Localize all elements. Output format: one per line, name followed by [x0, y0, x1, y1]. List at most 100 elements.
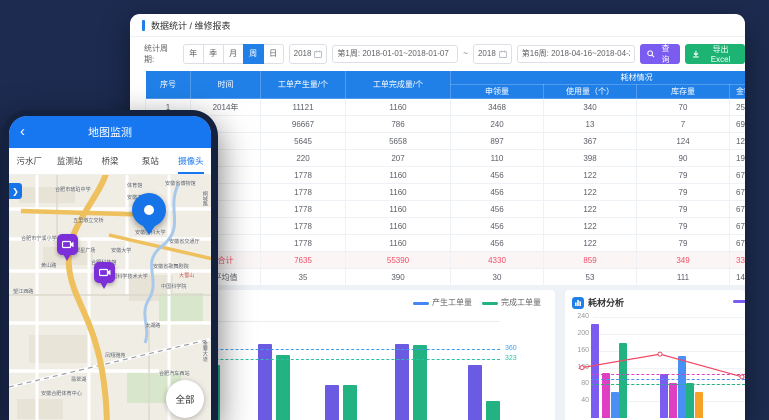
chart-legend: 产生工单量完成工单量 — [413, 297, 541, 308]
table-cell: 79 — [637, 235, 730, 252]
work-order-bar — [486, 401, 500, 420]
mobile-title: 地图监测 — [88, 124, 132, 140]
calendar-icon — [314, 50, 322, 58]
consumable-chart-card: 耗材分析 2402001601208040 — [565, 290, 745, 420]
calendar-icon — [499, 50, 507, 58]
column-header: 序号 — [146, 71, 191, 99]
table-cell: 1160 — [346, 184, 451, 201]
average-row: 平均值353903053111141 — [146, 269, 746, 286]
work-order-bar — [395, 344, 409, 420]
table-cell: 240 — [451, 116, 544, 133]
map-poi-label: 凤翔雅苑 — [105, 351, 125, 359]
map-poi-label: 桐城路 — [201, 191, 209, 206]
table-cell: 67 — [730, 235, 746, 252]
period-option[interactable]: 年 — [183, 44, 204, 64]
period-option[interactable]: 日 — [263, 44, 284, 64]
table-cell: 859 — [544, 252, 637, 269]
table-cell: 1778 — [261, 201, 346, 218]
show-all-button[interactable]: 全部 — [166, 380, 204, 418]
table-cell: 456 — [451, 167, 544, 184]
sub-column-header: 使用量（个） — [544, 85, 637, 99]
end-week-input[interactable] — [517, 45, 635, 63]
legend-item: 完成工单量 — [482, 297, 541, 308]
mobile-tab-bar: 污水厂监测站桥梁泵站摄像头 — [9, 148, 211, 175]
consumable-chart-title: 耗材分析 — [572, 296, 624, 309]
table-cell: 5658 — [346, 133, 451, 150]
start-year-select[interactable]: 2018 — [289, 44, 328, 64]
table-cell: 5645 — [261, 133, 346, 150]
table-cell: 79 — [637, 167, 730, 184]
sub-column-header: 金额 — [730, 85, 746, 99]
map-poi-label: 中国科学院 — [161, 282, 187, 290]
map-expander-button[interactable]: ❯ — [9, 183, 22, 199]
map-poi-label: 体育馆 — [127, 181, 142, 189]
table-cell: 367 — [544, 133, 637, 150]
consumable-trend-line — [579, 317, 745, 418]
breadcrumb-text: 数据统计 / 维修报表 — [151, 19, 231, 32]
start-week-input[interactable] — [332, 45, 458, 63]
legend-swatch — [482, 302, 498, 305]
table-cell: 1778 — [261, 218, 346, 235]
map-poi-label: 合肥市宁溪小学 — [21, 234, 57, 242]
map-poi-label: 翡翠湖 — [71, 375, 86, 383]
table-cell: 141 — [730, 269, 746, 286]
table-cell: 122 — [544, 184, 637, 201]
mobile-header: ‹ 地图监测 — [9, 116, 211, 148]
table-row: 6177811604561227967 — [146, 184, 746, 201]
table-cell: 7635 — [261, 252, 346, 269]
table-cell: 67 — [730, 167, 746, 184]
table-cell: 67 — [730, 201, 746, 218]
report-table-wrapper: 序号时间工单产生量/个工单完成量/个耗材情况申领量使用量（个）库存量金额 120… — [145, 70, 745, 285]
table-cell: 1778 — [261, 235, 346, 252]
reference-line-label: 360 — [505, 345, 517, 352]
camera-marker[interactable] — [94, 262, 115, 283]
table-cell: 13 — [544, 116, 637, 133]
work-order-bar — [276, 355, 290, 420]
map-poi-label: 大蜀山 — [179, 271, 194, 279]
table-cell: 3468 — [451, 99, 544, 116]
table-cell: 30 — [451, 269, 544, 286]
mobile-tab[interactable]: 摄像头 — [171, 148, 211, 174]
table-row: 5177811604561227967 — [146, 167, 746, 184]
table-cell: 79 — [637, 184, 730, 201]
table-cell: 1160 — [346, 201, 451, 218]
range-separator: ~ — [463, 49, 468, 58]
map-poi-label: 安徽合肥体育中心 — [41, 389, 82, 397]
table-cell: 11121 — [261, 99, 346, 116]
back-chevron-icon[interactable]: ‹ — [20, 124, 25, 139]
filter-bar: 统计周期: 年季月周日 2018 ~ 2018 查询 导出Excel — [130, 37, 745, 70]
work-order-bar — [325, 385, 339, 420]
sub-column-header: 库存量 — [637, 85, 730, 99]
table-cell: 4330 — [451, 252, 544, 269]
table-row: 42202071103989019 — [146, 150, 746, 167]
map-poi-label: 安徽省交通厅 — [169, 237, 200, 245]
mobile-tab[interactable]: 桥梁 — [90, 148, 130, 174]
column-header: 工单产生量/个 — [261, 71, 346, 99]
table-row: 8177811604561227967 — [146, 218, 746, 235]
table-cell: 122 — [544, 235, 637, 252]
mobile-tab[interactable]: 污水厂 — [9, 148, 49, 174]
table-cell: 124 — [637, 133, 730, 150]
export-excel-button[interactable]: 导出Excel — [685, 44, 745, 64]
table-row: 296667786240137690 — [146, 116, 746, 133]
selected-camera-marker[interactable] — [132, 193, 166, 227]
map-canvas[interactable]: 合肥市琥珀中学体育馆安徽农业大学安徽省博物馆五里墩立交桥安徽医科大学合肥市宁溪小… — [9, 175, 211, 420]
camera-marker[interactable] — [57, 234, 78, 255]
mobile-screen: ‹ 地图监测 污水厂监测站桥梁泵站摄像头 — [9, 116, 211, 420]
table-cell: 390 — [346, 269, 451, 286]
period-option[interactable]: 季 — [203, 44, 224, 64]
mobile-tab[interactable]: 泵站 — [130, 148, 170, 174]
table-cell: 2500 — [730, 99, 746, 116]
work-order-bar — [413, 345, 427, 420]
table-cell: 456 — [451, 218, 544, 235]
work-order-bar — [343, 385, 357, 420]
mobile-tab[interactable]: 监测站 — [49, 148, 89, 174]
end-year-select[interactable]: 2018 — [473, 44, 512, 64]
query-button[interactable]: 查询 — [640, 44, 681, 64]
map-poi-label: 安徽大学 — [111, 246, 131, 254]
period-option[interactable]: 周 — [243, 44, 264, 64]
map-poi-label: 合肥市琥珀中学 — [55, 185, 91, 193]
period-option[interactable]: 月 — [223, 44, 244, 64]
table-cell: 111 — [637, 269, 730, 286]
table-header-row: 序号时间工单产生量/个工单完成量/个耗材情况 — [146, 71, 746, 85]
